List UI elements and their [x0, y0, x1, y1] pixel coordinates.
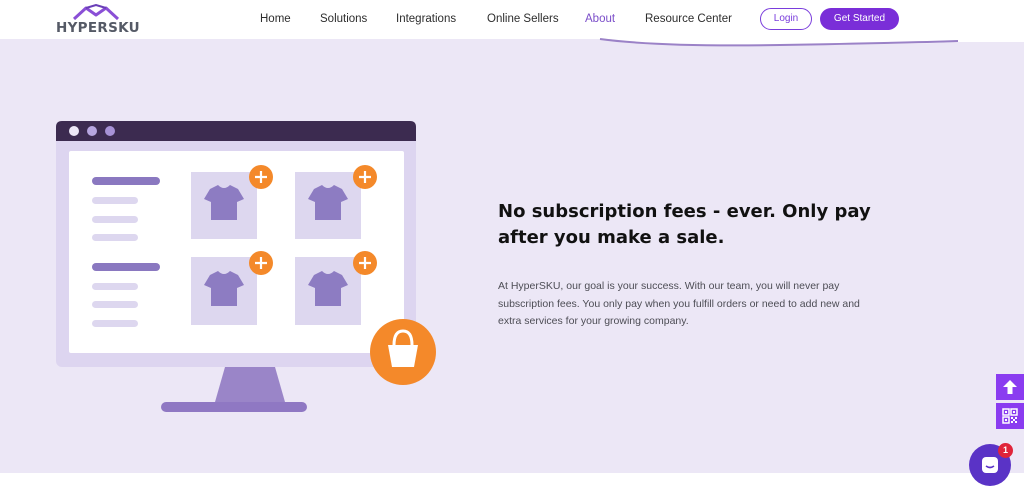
site-header: HYPERSKU Home Solutions Integrations Onl…	[0, 0, 1024, 38]
logo[interactable]: HYPERSKU	[56, 4, 140, 36]
hero-description: At HyperSKU, our goal is your success. W…	[498, 278, 908, 331]
chat-icon	[982, 457, 998, 473]
monitor-illustration	[56, 121, 436, 412]
nav-integrations[interactable]: Integrations	[396, 11, 456, 27]
nav-resource-center[interactable]: Resource Center	[645, 11, 732, 27]
nav-home[interactable]: Home	[260, 11, 291, 27]
description-line: At HyperSKU, our goal is your success. W…	[498, 280, 840, 292]
nav-about[interactable]: About	[585, 11, 615, 27]
get-started-button[interactable]: Get Started	[820, 8, 899, 30]
house-roof-icon	[72, 4, 120, 20]
shopping-bag-icon	[370, 319, 436, 385]
qr-code-icon	[1002, 408, 1018, 424]
band-curve-decoration	[0, 38, 1024, 47]
headline-line: No subscription fees - ever. Only pay	[498, 201, 871, 222]
scroll-top-button[interactable]	[996, 374, 1024, 400]
description-line: subscription fees. You only pay when you…	[498, 297, 860, 310]
arrow-up-icon	[1003, 380, 1017, 394]
chat-notification-badge: 1	[998, 443, 1013, 458]
nav-online-sellers[interactable]: Online Sellers	[487, 11, 559, 27]
login-button[interactable]: Login	[760, 8, 812, 30]
description-line: extra services for your growing company.	[498, 315, 689, 327]
hero-headline: No subscription fees - ever. Only pay af…	[498, 199, 898, 251]
qr-code-button[interactable]	[996, 403, 1024, 429]
logo-text: HYPERSKU	[56, 20, 140, 36]
nav-solutions[interactable]: Solutions	[320, 11, 367, 27]
headline-line: after you make a sale.	[498, 227, 725, 248]
